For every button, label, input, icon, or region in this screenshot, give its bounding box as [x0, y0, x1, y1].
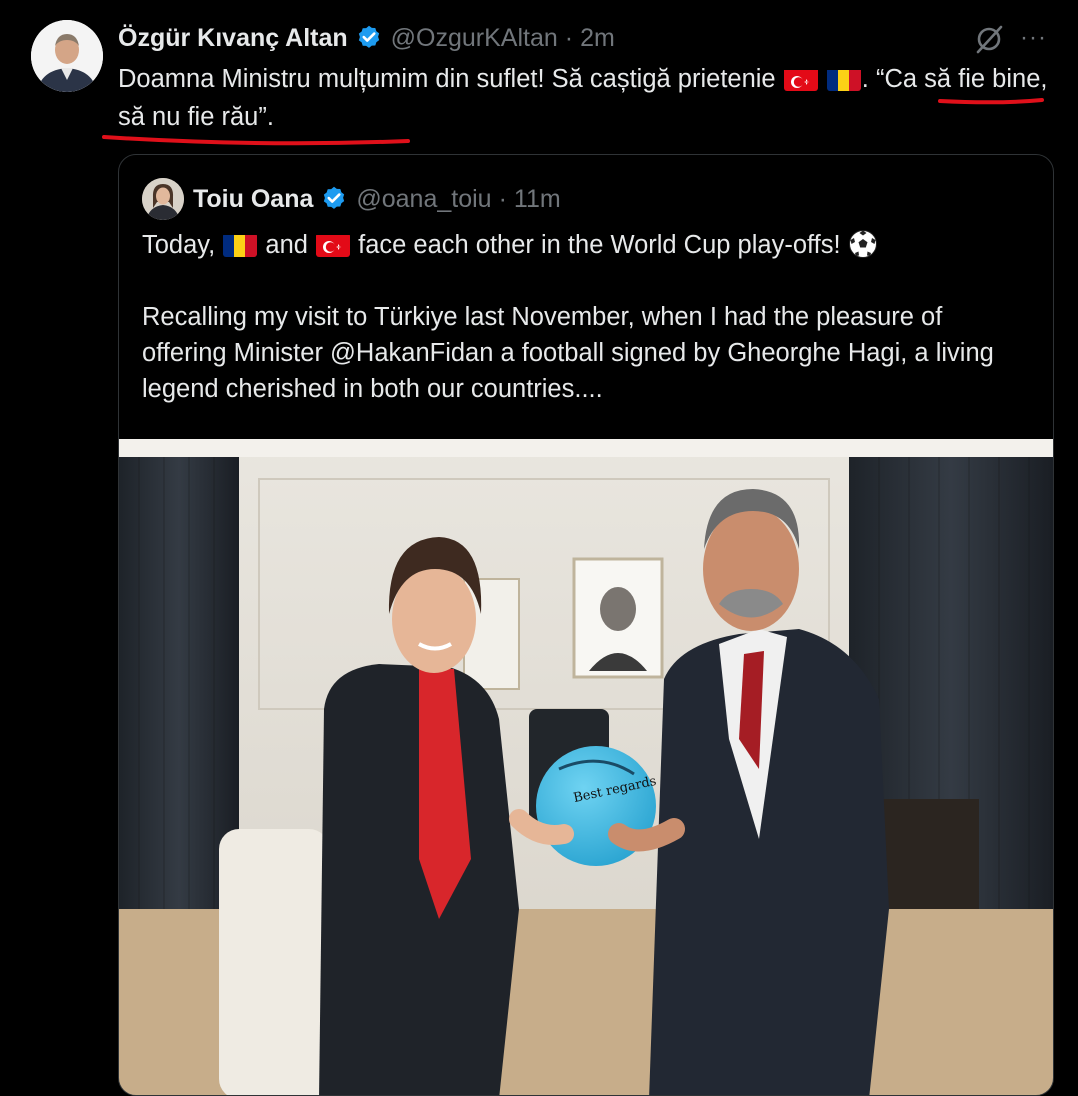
verified-badge-icon: [324, 186, 345, 209]
quote-line1-a: Today,: [142, 231, 223, 259]
grok-icon[interactable]: [972, 22, 1006, 56]
quote-author-name[interactable]: Toiu Oana: [193, 185, 313, 214]
quote-photo[interactable]: Best regards: [119, 439, 1053, 1096]
dot-separator: ·: [498, 184, 507, 213]
author-avatar[interactable]: [31, 20, 103, 92]
quote-author-handle[interactable]: @oana_toiu: [356, 185, 491, 214]
author-handle[interactable]: @OzgurKAltan: [391, 24, 558, 53]
quote-line1-c: face each other in the World Cup play-of…: [351, 231, 848, 259]
romania-flag-icon: [826, 67, 861, 91]
tweet-time[interactable]: 2m: [580, 24, 615, 53]
romania-flag-icon: [223, 233, 258, 257]
turkey-flag-icon: [316, 233, 351, 257]
tweet-text-part1: Doamna Ministru mulțumim din suflet! Să …: [118, 65, 783, 93]
quote-text: Today, and face each other in the World …: [142, 227, 1032, 407]
quote-author-avatar[interactable]: [142, 178, 184, 220]
quote-time[interactable]: 11m: [514, 185, 561, 214]
author-name[interactable]: Özgür Kıvanç Altan: [118, 24, 348, 53]
quote-header: Toiu Oana @oana_toiu · 11m: [193, 181, 561, 217]
soccer-ball-icon: [848, 230, 877, 258]
tweet-header: Özgür Kıvanç Altan @OzgurKAltan · 2m: [118, 20, 615, 56]
tweet-text: Doamna Ministru mulțumim din suflet! Să …: [118, 60, 1058, 136]
verified-badge-icon: [358, 25, 379, 48]
dot-separator: ·: [564, 23, 574, 52]
quote-paragraph-2: Recalling my visit to Türkiye last Novem…: [142, 303, 994, 403]
more-icon[interactable]: ···: [1020, 24, 1054, 54]
quote-line1-b: and: [258, 231, 316, 259]
turkey-flag-icon: [783, 67, 818, 91]
armchair: [219, 829, 329, 1095]
quote-paragraph-1: Today, and face each other in the World …: [142, 227, 1032, 263]
side-table: [879, 799, 979, 909]
quoted-tweet[interactable]: Toiu Oana @oana_toiu · 11m Today, and fa…: [118, 154, 1054, 1096]
